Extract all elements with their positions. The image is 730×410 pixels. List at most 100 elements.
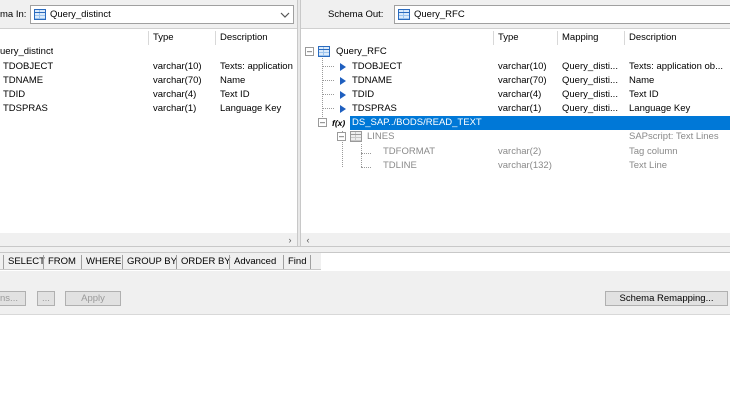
column-arrow-icon bbox=[340, 91, 346, 99]
button-label: Schema Remapping... bbox=[619, 293, 714, 304]
column-type: varchar(10) bbox=[498, 61, 547, 72]
ns-button[interactable]: ns... bbox=[0, 291, 26, 306]
tab-order-by[interactable]: ORDER BY bbox=[176, 255, 235, 269]
table-icon bbox=[318, 46, 330, 57]
tab-label: WHERE bbox=[86, 256, 122, 267]
column-description: Name bbox=[629, 75, 655, 86]
table-row[interactable]: TDLINE varchar(132) Text Line bbox=[301, 159, 730, 173]
column-type: varchar(4) bbox=[498, 89, 542, 100]
schema-in-label: ma In: bbox=[0, 9, 27, 20]
nested-schema-row[interactable]: – LINES SAPscript: Text Lines bbox=[301, 130, 730, 144]
button-label: ... bbox=[42, 293, 50, 304]
column-name: TDNAME bbox=[3, 75, 44, 86]
column-name: TDOBJECT bbox=[3, 61, 54, 72]
tree-root-label: Query_RFC bbox=[336, 46, 387, 57]
apply-button[interactable]: Apply bbox=[65, 291, 121, 306]
column-name: TDID bbox=[352, 89, 375, 100]
nested-schema-name: LINES bbox=[367, 131, 395, 142]
schema-in-header: ma In: Query_distinct bbox=[0, 0, 297, 29]
column-arrow-icon bbox=[340, 105, 346, 113]
column-type: varchar(70) bbox=[153, 75, 202, 86]
tab-find[interactable]: Find bbox=[283, 255, 312, 269]
ellipsis-button[interactable]: ... bbox=[37, 291, 55, 306]
column-name: TDSPRAS bbox=[3, 103, 48, 114]
tab-advanced[interactable]: Advanced bbox=[229, 255, 280, 269]
column-type: varchar(132) bbox=[498, 160, 552, 171]
schema-out-label: Schema Out: bbox=[328, 9, 384, 20]
table-icon bbox=[350, 131, 362, 142]
tab-where[interactable]: WHERE bbox=[81, 255, 125, 269]
column-name: TDFORMAT bbox=[383, 146, 436, 157]
column-description: Texts: application ob... bbox=[629, 61, 723, 72]
collapse-icon[interactable]: – bbox=[337, 132, 346, 141]
horizontal-splitter[interactable] bbox=[0, 246, 730, 253]
column-header-description[interactable]: Description bbox=[625, 30, 677, 46]
column-type: varchar(70) bbox=[498, 75, 547, 86]
column-description: Name bbox=[220, 75, 246, 86]
query-tabs: SELECT FROM WHERE GROUP BY ORDER BY Adva… bbox=[0, 253, 321, 270]
column-description: Text Line bbox=[629, 160, 668, 171]
nested-schema-description: SAPscript: Text Lines bbox=[629, 131, 719, 142]
schema-in-column-header: Type Description bbox=[0, 30, 297, 46]
schema-in-select[interactable]: Query_distinct bbox=[30, 5, 294, 24]
column-type: varchar(10) bbox=[153, 61, 202, 72]
schema-remapping-button[interactable]: Schema Remapping... bbox=[605, 291, 728, 306]
tab-label: GROUP BY bbox=[127, 256, 177, 267]
scroll-left-icon[interactable]: ‹ bbox=[303, 235, 313, 245]
collapse-icon[interactable]: – bbox=[305, 47, 314, 56]
table-row[interactable]: TDID varchar(4) Text ID bbox=[0, 88, 297, 102]
column-name: TDLINE bbox=[383, 160, 417, 171]
schema-out-header: Schema Out: Query_RFC bbox=[301, 0, 730, 29]
column-header-description[interactable]: Description bbox=[216, 30, 268, 46]
button-label: ns... bbox=[0, 293, 18, 304]
horizontal-scrollbar[interactable]: › bbox=[0, 233, 297, 246]
scroll-right-icon[interactable]: › bbox=[285, 235, 295, 245]
column-type: varchar(4) bbox=[153, 89, 197, 100]
table-row[interactable]: TDNAME varchar(70) Query_disti... Name bbox=[301, 74, 730, 88]
column-description: Text ID bbox=[629, 89, 659, 100]
tab-group-by[interactable]: GROUP BY bbox=[122, 255, 181, 269]
table-row[interactable]: TDOBJECT varchar(10) Query_disti... Text… bbox=[301, 60, 730, 74]
column-type: varchar(2) bbox=[498, 146, 542, 157]
schema-out-tree: Type Mapping Description – Query_RFC TDO… bbox=[301, 30, 730, 246]
table-row[interactable]: TDNAME varchar(70) Name bbox=[0, 74, 297, 88]
schema-in-tree: Type Description uery_distinct TDOBJECT … bbox=[0, 30, 297, 246]
chevron-down-icon bbox=[280, 12, 290, 18]
column-name: TDID bbox=[3, 89, 26, 100]
horizontal-scrollbar[interactable]: ‹ bbox=[301, 233, 730, 246]
schema-out-select[interactable]: Query_RFC bbox=[394, 5, 730, 24]
tab-label: Find bbox=[288, 256, 307, 267]
table-row[interactable]: TDFORMAT varchar(2) Tag column bbox=[301, 145, 730, 159]
column-header-type[interactable]: Type bbox=[494, 30, 519, 46]
collapse-icon[interactable]: – bbox=[318, 118, 327, 127]
tab-label: FROM bbox=[48, 256, 76, 267]
schema-out-select-value: Query_RFC bbox=[414, 9, 465, 20]
tab-from[interactable]: FROM bbox=[43, 255, 80, 269]
tree-root-row[interactable]: – Query_RFC bbox=[301, 45, 730, 59]
editor-area[interactable] bbox=[0, 316, 730, 410]
table-row[interactable]: TDSPRAS varchar(1) Query_disti... Langua… bbox=[301, 102, 730, 116]
column-header-type[interactable]: Type bbox=[149, 30, 174, 46]
function-call-label: DS_SAP../BODS/READ_TEXT bbox=[350, 116, 730, 130]
tab-label: Advanced bbox=[234, 256, 277, 267]
column-description: Language Key bbox=[220, 103, 282, 114]
table-row[interactable]: TDSPRAS varchar(1) Language Key bbox=[0, 102, 297, 116]
table-icon bbox=[398, 9, 410, 20]
column-header-mapping[interactable]: Mapping bbox=[558, 30, 598, 46]
tree-root-row[interactable]: uery_distinct bbox=[0, 45, 297, 59]
button-label: Apply bbox=[81, 293, 105, 304]
column-arrow-icon bbox=[340, 77, 346, 85]
column-name: TDNAME bbox=[352, 75, 393, 86]
table-icon bbox=[34, 9, 46, 20]
column-mapping: Query_disti... bbox=[562, 89, 618, 100]
column-description: Text ID bbox=[220, 89, 250, 100]
table-row[interactable]: TDID varchar(4) Query_disti... Text ID bbox=[301, 88, 730, 102]
function-icon: f(x) bbox=[332, 118, 346, 128]
column-description: Tag column bbox=[629, 146, 678, 157]
column-mapping: Query_disti... bbox=[562, 103, 618, 114]
schema-in-select-value: Query_distinct bbox=[50, 9, 111, 20]
column-description: Language Key bbox=[629, 103, 691, 114]
table-row[interactable]: TDOBJECT varchar(10) Texts: application bbox=[0, 60, 297, 74]
function-call-row[interactable]: – f(x) DS_SAP../BODS/READ_TEXT bbox=[301, 116, 730, 130]
bottom-toolbar: ns... ... Apply Schema Remapping... bbox=[0, 271, 730, 315]
